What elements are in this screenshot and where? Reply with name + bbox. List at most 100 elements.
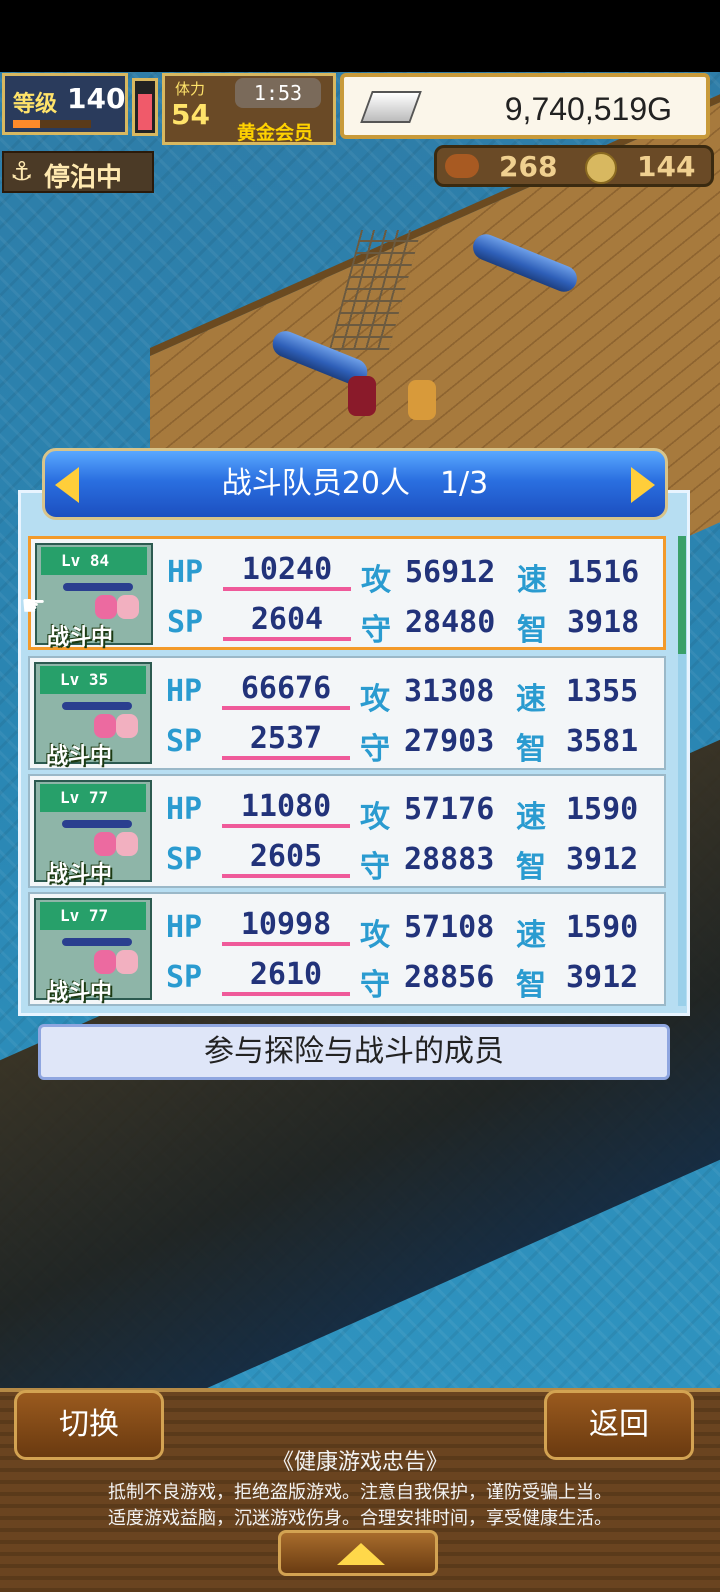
intellect-label: 智: [516, 968, 546, 1003]
sp-label: SP: [166, 724, 203, 759]
attack-value: 57176: [404, 792, 495, 827]
money-panel: 9,740,519G: [340, 73, 710, 139]
crew-member-row[interactable]: ★ Lv 35 战斗中 HP 66676 攻 31308 速 1355 SP 2…: [28, 656, 666, 770]
sp-value: 2604: [223, 603, 351, 641]
up-arrow-icon: [337, 1543, 385, 1565]
next-page-arrow-icon[interactable]: [631, 467, 655, 503]
crew-exp-bar: [62, 938, 132, 946]
intellect-value: 3581: [566, 724, 639, 759]
player-level-panel: 等级 140: [2, 73, 128, 135]
sp-label: SP: [167, 605, 204, 640]
defense-label: 守: [360, 850, 390, 885]
xp-fill: [13, 120, 41, 128]
food-icon: [445, 154, 479, 178]
crew-sprite: [94, 832, 116, 856]
intellect-label: 智: [516, 850, 546, 885]
crew-sprite: [348, 376, 376, 416]
hp-value: 11080: [222, 790, 350, 828]
speed-label: 速: [517, 563, 547, 598]
attack-value: 57108: [404, 910, 495, 945]
coin-icon: [585, 152, 617, 184]
resource-panel: 268 144: [434, 145, 714, 187]
crew-sprite: [116, 832, 138, 856]
attack-value: 31308: [404, 674, 495, 709]
food-count: 268: [499, 150, 558, 183]
intellect-label: 智: [516, 732, 546, 767]
crew-portrait: Lv 84 战斗中: [35, 543, 153, 650]
hp-label: HP: [167, 555, 204, 590]
defense-value: 28856: [404, 960, 495, 995]
crew-member-row[interactable]: Lv 77 战斗中 HP 10998 攻 57108 速 1590 SP 261…: [28, 892, 666, 1006]
crew-portrait: Lv 77 战斗中: [34, 780, 152, 887]
crew-status: 战斗中: [46, 744, 113, 769]
hp-value: 66676: [222, 672, 350, 710]
member-top-label: 体力: [175, 80, 206, 98]
crew-portrait: ★ Lv 35 战斗中: [34, 662, 152, 769]
anchor-icon: ⚓: [10, 157, 34, 187]
crew-member-row[interactable]: Lv 84 战斗中 HP 10240 攻 56912 速 1516 SP 260…: [21, 536, 666, 650]
scrollbar-thumb[interactable]: [678, 536, 686, 654]
attack-label: 攻: [360, 800, 390, 835]
crew-exp-bar: [63, 583, 133, 591]
hp-value: 10998: [222, 908, 350, 946]
silver-ingot-icon: [360, 91, 422, 123]
member-panel[interactable]: 体力 54 1:53 黄金会员: [162, 73, 336, 145]
crew-sprite: [94, 950, 116, 974]
health-notice-line1: 抵制不良游戏，拒绝盗版游戏。注意自我保护，谨防受骗上当。: [108, 1482, 612, 1503]
intellect-value: 3912: [566, 960, 639, 995]
crew-sprite: [94, 714, 116, 738]
crew-exp-bar: [62, 702, 132, 710]
sp-label: SP: [166, 842, 203, 877]
sp-value: 2537: [222, 722, 350, 760]
attack-value: 56912: [405, 555, 496, 590]
sp-value: 2605: [222, 840, 350, 878]
crew-level: Lv 77: [40, 902, 146, 930]
crew-exp-bar: [62, 820, 132, 828]
stamina-gauge: [132, 78, 158, 136]
crew-status: 战斗中: [47, 625, 114, 650]
hp-label: HP: [166, 674, 203, 709]
crew-list-scrollbar[interactable]: [678, 536, 686, 1006]
stamina-fill: [138, 93, 152, 130]
speed-label: 速: [516, 682, 546, 717]
intellect-value: 3918: [567, 605, 640, 640]
hp-label: HP: [166, 792, 203, 827]
intellect-value: 3912: [566, 842, 639, 877]
crew-sprite: [95, 595, 117, 619]
speed-label: 速: [516, 800, 546, 835]
crew-sprite: [116, 714, 138, 738]
crew-panel-title: 战斗队员20人 1/3: [221, 466, 489, 501]
crew-sprite: [117, 595, 139, 619]
sp-value: 2610: [222, 958, 350, 996]
crew-member-row[interactable]: Lv 77 战斗中 HP 11080 攻 57176 速 1590 SP 260…: [28, 774, 666, 888]
hp-label: HP: [166, 910, 203, 945]
crew-status: 战斗中: [46, 862, 113, 887]
anchor-status-label: 停泊中: [44, 163, 123, 193]
defense-value: 28883: [404, 842, 495, 877]
speed-value: 1590: [566, 792, 639, 827]
defense-label: 守: [360, 732, 390, 767]
prev-page-arrow-icon[interactable]: [55, 467, 79, 503]
crew-sprite: [408, 380, 436, 420]
coin-count: 144: [637, 150, 696, 183]
health-notice-line2: 适度游戏益脑，沉迷游戏伤身。合理安排时间，享受健康生活。: [108, 1508, 612, 1529]
defense-value: 27903: [404, 724, 495, 759]
expand-menu-button[interactable]: [278, 1530, 438, 1576]
timer: 1:53: [235, 78, 321, 108]
crew-level: Lv 77: [40, 784, 146, 812]
crew-level: Lv 84: [41, 547, 147, 575]
speed-label: 速: [516, 918, 546, 953]
speed-value: 1590: [566, 910, 639, 945]
hp-value: 10240: [223, 553, 351, 591]
attack-label: 攻: [360, 682, 390, 717]
xp-bar: [13, 120, 91, 128]
intellect-label: 智: [517, 613, 547, 648]
health-notice-title: 《健康游戏忠告》: [271, 1450, 448, 1475]
crew-panel-header: 战斗队员20人 1/3: [42, 448, 668, 520]
attack-label: 攻: [361, 563, 391, 598]
pointer-hand-icon: ☛: [21, 589, 47, 622]
attack-label: 攻: [360, 918, 390, 953]
defense-label: 守: [360, 968, 390, 1003]
sp-label: SP: [166, 960, 203, 995]
speed-value: 1516: [567, 555, 640, 590]
